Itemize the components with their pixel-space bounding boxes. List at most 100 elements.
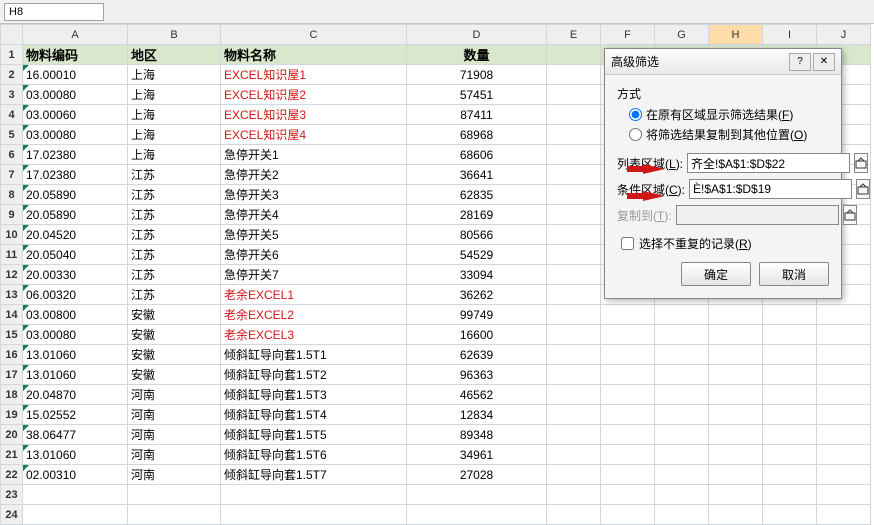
cell-code[interactable]: 03.00800 <box>23 305 128 325</box>
empty-cell[interactable] <box>547 125 601 145</box>
empty-cell[interactable] <box>817 485 871 505</box>
empty-cell[interactable] <box>547 205 601 225</box>
cell-code[interactable]: 13.01060 <box>23 445 128 465</box>
empty-cell[interactable] <box>601 425 655 445</box>
cell-qty[interactable]: 36641 <box>407 165 547 185</box>
cell-name[interactable]: 急停开关7 <box>221 265 407 285</box>
cell-qty[interactable]: 36262 <box>407 285 547 305</box>
empty-cell[interactable] <box>817 305 871 325</box>
row-header[interactable]: 16 <box>1 345 23 365</box>
unique-records-checkbox[interactable] <box>621 237 634 250</box>
cell-region[interactable]: 江苏 <box>128 265 221 285</box>
empty-cell[interactable] <box>709 325 763 345</box>
cell-qty[interactable]: 68606 <box>407 145 547 165</box>
cell-qty[interactable]: 71908 <box>407 65 547 85</box>
col-header-B[interactable]: B <box>128 25 221 45</box>
cell-region[interactable]: 江苏 <box>128 165 221 185</box>
col-header-D[interactable]: D <box>407 25 547 45</box>
row-header[interactable]: 18 <box>1 385 23 405</box>
cell-qty[interactable]: 80566 <box>407 225 547 245</box>
row-header[interactable]: 14 <box>1 305 23 325</box>
empty-cell[interactable] <box>547 425 601 445</box>
row-header[interactable]: 13 <box>1 285 23 305</box>
empty-cell[interactable] <box>817 425 871 445</box>
cell-name[interactable]: 急停开关2 <box>221 165 407 185</box>
empty-cell[interactable] <box>601 385 655 405</box>
cell-qty[interactable]: 28169 <box>407 205 547 225</box>
radio-filter-inplace[interactable]: 在原有区域显示筛选结果(F) <box>629 106 829 123</box>
row-header[interactable]: 12 <box>1 265 23 285</box>
cell-qty[interactable]: 27028 <box>407 465 547 485</box>
name-box[interactable]: H8 <box>4 3 104 21</box>
empty-cell[interactable] <box>547 345 601 365</box>
cell-code[interactable]: 13.01060 <box>23 345 128 365</box>
cell-code[interactable]: 20.04520 <box>23 225 128 245</box>
cell-region[interactable]: 江苏 <box>128 245 221 265</box>
cell-qty[interactable]: 87411 <box>407 105 547 125</box>
empty-cell[interactable] <box>655 485 709 505</box>
row-header[interactable]: 6 <box>1 145 23 165</box>
col-header-A[interactable]: A <box>23 25 128 45</box>
row-header[interactable]: 5 <box>1 125 23 145</box>
cell-region[interactable]: 上海 <box>128 85 221 105</box>
select-all-corner[interactable] <box>1 25 23 45</box>
empty-cell[interactable] <box>547 105 601 125</box>
empty-cell[interactable] <box>763 385 817 405</box>
cell-region[interactable]: 江苏 <box>128 285 221 305</box>
cell-code[interactable]: 13.01060 <box>23 365 128 385</box>
cell-code[interactable]: 17.02380 <box>23 145 128 165</box>
cell-code[interactable]: 06.00320 <box>23 285 128 305</box>
cell-qty[interactable]: 34961 <box>407 445 547 465</box>
cell-region[interactable]: 河南 <box>128 445 221 465</box>
empty-cell[interactable] <box>817 345 871 365</box>
unique-records-row[interactable]: 选择不重复的记录(R) <box>621 235 829 252</box>
cell-region[interactable]: 上海 <box>128 125 221 145</box>
cell-name[interactable]: 倾斜缸导向套1.5T2 <box>221 365 407 385</box>
empty-cell[interactable] <box>221 485 407 505</box>
row-header[interactable]: 1 <box>1 45 23 65</box>
cell-qty[interactable]: 99749 <box>407 305 547 325</box>
cell-name[interactable]: 急停开关3 <box>221 185 407 205</box>
empty-cell[interactable] <box>709 465 763 485</box>
cell-region[interactable]: 上海 <box>128 105 221 125</box>
empty-cell[interactable] <box>763 345 817 365</box>
cell-qty[interactable]: 12834 <box>407 405 547 425</box>
empty-cell[interactable] <box>547 305 601 325</box>
cell-region[interactable]: 安徽 <box>128 345 221 365</box>
cell-code[interactable]: 20.04870 <box>23 385 128 405</box>
empty-cell[interactable] <box>601 365 655 385</box>
col-header-C[interactable]: C <box>221 25 407 45</box>
empty-cell[interactable] <box>655 385 709 405</box>
ok-button[interactable]: 确定 <box>681 262 751 286</box>
cell-code[interactable]: 03.00060 <box>23 105 128 125</box>
empty-cell[interactable] <box>547 325 601 345</box>
cell-name[interactable]: 倾斜缸导向套1.5T4 <box>221 405 407 425</box>
col-header-E[interactable]: E <box>547 25 601 45</box>
list-range-input[interactable] <box>687 153 850 173</box>
empty-cell[interactable] <box>547 185 601 205</box>
empty-cell[interactable] <box>655 345 709 365</box>
empty-cell[interactable] <box>547 65 601 85</box>
col-header-F[interactable]: F <box>601 25 655 45</box>
row-header[interactable]: 8 <box>1 185 23 205</box>
cell-region[interactable]: 安徽 <box>128 365 221 385</box>
cell-code[interactable]: 02.00310 <box>23 465 128 485</box>
empty-cell[interactable] <box>601 445 655 465</box>
empty-cell[interactable] <box>547 385 601 405</box>
row-header[interactable]: 21 <box>1 445 23 465</box>
empty-cell[interactable] <box>547 225 601 245</box>
empty-cell[interactable] <box>763 485 817 505</box>
empty-cell[interactable] <box>763 445 817 465</box>
cell-qty[interactable]: 62835 <box>407 185 547 205</box>
cell-name[interactable]: EXCEL知识屋3 <box>221 105 407 125</box>
radio-copy-elsewhere[interactable]: 将筛选结果复制到其他位置(O) <box>629 126 829 143</box>
cell-name[interactable]: 老余EXCEL1 <box>221 285 407 305</box>
empty-cell[interactable] <box>763 325 817 345</box>
empty-cell[interactable] <box>709 425 763 445</box>
cell-qty[interactable]: 68968 <box>407 125 547 145</box>
cell-qty[interactable]: 46562 <box>407 385 547 405</box>
cell-region[interactable]: 上海 <box>128 145 221 165</box>
criteria-range-picker-icon[interactable] <box>856 179 870 199</box>
empty-cell[interactable] <box>601 405 655 425</box>
empty-cell[interactable] <box>547 405 601 425</box>
